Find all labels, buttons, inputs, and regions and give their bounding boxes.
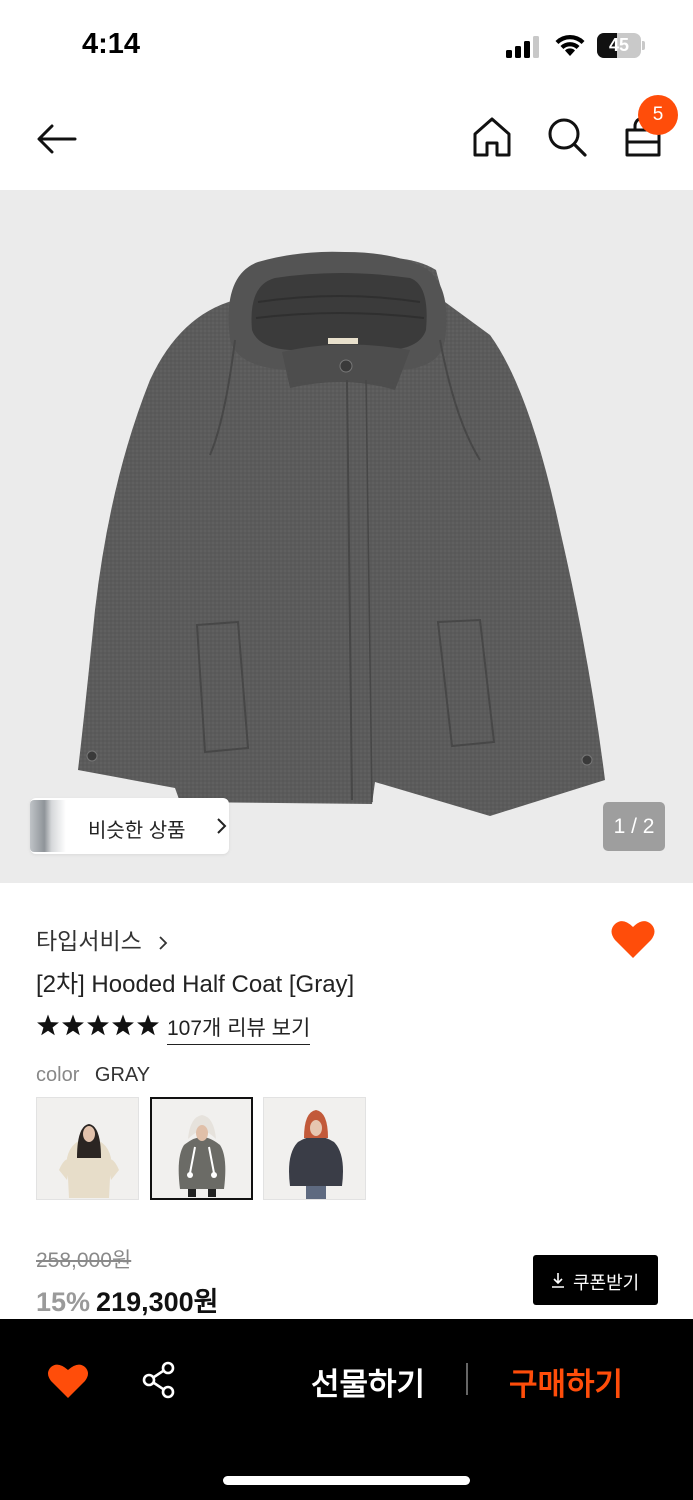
- similar-products-button[interactable]: 비슷한 상품: [30, 798, 229, 854]
- original-price: 258,000원: [36, 1249, 132, 1272]
- color-row: color GRAY: [36, 1064, 150, 1087]
- image-page-indicator: 1 / 2: [603, 802, 665, 851]
- home-icon[interactable]: [470, 114, 514, 160]
- share-icon[interactable]: [141, 1361, 177, 1399]
- product-image-gallery[interactable]: 비슷한 상품 1 / 2: [0, 190, 693, 883]
- battery-icon: 45: [597, 33, 645, 58]
- rating-stars-icon: [37, 1014, 159, 1036]
- star-icon: [62, 1014, 84, 1036]
- status-bar: 4:14 45: [0, 0, 693, 90]
- heart-icon[interactable]: [47, 1363, 89, 1399]
- arrow-left-icon[interactable]: [34, 116, 80, 162]
- color-swatch-ivory[interactable]: [36, 1097, 139, 1200]
- color-label: color: [36, 1064, 80, 1086]
- brand-name: 타입서비스: [36, 928, 142, 954]
- price-row: 15% 219,300원: [36, 1280, 219, 1319]
- heart-icon[interactable]: [610, 918, 656, 960]
- nav-bar: [0, 90, 693, 190]
- star-icon: [87, 1014, 109, 1036]
- color-swatch-gray[interactable]: [150, 1097, 253, 1200]
- gift-button[interactable]: 선물하기: [300, 1359, 436, 1404]
- chevron-right-icon: [217, 818, 227, 834]
- status-time: 4:14: [82, 28, 141, 60]
- download-icon: [552, 1273, 564, 1288]
- search-icon[interactable]: [544, 114, 590, 160]
- coupon-label: 쿠폰받기: [573, 1273, 640, 1293]
- cart-count-badge: 5: [638, 95, 678, 135]
- wifi-icon: [555, 34, 585, 56]
- bottom-action-bar: 선물하기 구매하기: [0, 1319, 693, 1500]
- cellular-signal-icon: [506, 36, 540, 58]
- coat-product-image: [78, 251, 605, 816]
- home-indicator[interactable]: [223, 1476, 470, 1485]
- color-swatch-navy[interactable]: [263, 1097, 366, 1200]
- product-title: [2차] Hooded Half Coat [Gray]: [36, 971, 355, 998]
- similar-product-thumbnail: [30, 800, 66, 852]
- color-value: GRAY: [94, 1064, 151, 1086]
- battery-level: 45: [608, 35, 630, 55]
- review-link[interactable]: 107개 리뷰 보기: [167, 1012, 311, 1045]
- buy-button[interactable]: 구매하기: [498, 1359, 634, 1404]
- star-icon: [137, 1014, 159, 1036]
- sale-price: 219,300원: [96, 1287, 219, 1317]
- star-icon: [112, 1014, 134, 1036]
- divider: [466, 1363, 468, 1395]
- similar-products-label: 비슷한 상품: [88, 820, 186, 842]
- star-icon: [37, 1014, 59, 1036]
- download-coupon-button[interactable]: 쿠폰받기: [533, 1255, 658, 1305]
- discount-rate: 15%: [36, 1287, 91, 1317]
- chevron-right-icon: [159, 936, 168, 950]
- brand-link[interactable]: 타입서비스: [36, 922, 168, 956]
